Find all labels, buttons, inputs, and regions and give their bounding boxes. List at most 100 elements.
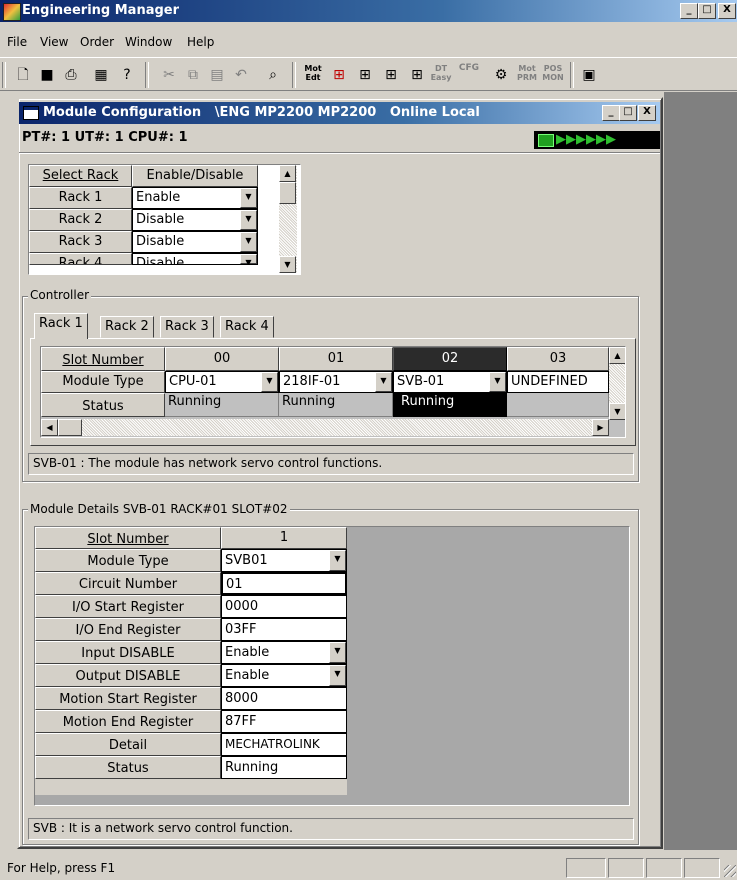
rack-row-label[interactable]: Rack 3: [29, 231, 132, 253]
detail-label: Input DISABLE: [35, 641, 221, 664]
output-disable-select[interactable]: Enable ▼: [221, 664, 347, 687]
motion-table-icon[interactable]: ⊞: [328, 64, 350, 86]
status-pane: [566, 858, 606, 878]
new-file-icon[interactable]: 🗋: [12, 64, 34, 86]
fb-table-icon[interactable]: ⊞: [406, 64, 428, 86]
menu-order[interactable]: Order: [80, 35, 114, 49]
chevron-down-icon[interactable]: ▼: [240, 254, 257, 264]
scroll-thumb[interactable]: [279, 182, 296, 204]
motion-end-register-field[interactable]: 87FF: [221, 710, 347, 733]
detail-label: I/O End Register: [35, 618, 221, 641]
menu-window[interactable]: Window: [125, 35, 172, 49]
module-type-select[interactable]: SVB-01 ▼: [393, 371, 507, 393]
menu-help[interactable]: Help: [187, 35, 214, 49]
online-status-indicator: ▶▶▶▶▶▶: [534, 131, 660, 149]
window-icon[interactable]: ▣: [578, 64, 600, 86]
detail-status-value: Running: [221, 756, 347, 779]
close-button[interactable]: X: [718, 3, 736, 19]
rack-row-label[interactable]: Rack 4: [29, 253, 132, 265]
rack-row-label[interactable]: Rack 1: [29, 187, 132, 209]
child-minimize-button[interactable]: _: [602, 105, 620, 121]
module-type-select[interactable]: CPU-01 ▼: [165, 371, 279, 393]
register-table-icon[interactable]: ⊞: [354, 64, 376, 86]
chevron-down-icon[interactable]: ▼: [375, 372, 392, 392]
rack-enable-select[interactable]: Disable ▼: [132, 253, 258, 265]
chevron-down-icon[interactable]: ▼: [329, 642, 346, 663]
help-icon[interactable]: ?: [116, 64, 138, 86]
detail-label[interactable]: Slot Number: [35, 527, 221, 549]
menu-file[interactable]: File: [7, 35, 27, 49]
slot-grid-hscroll[interactable]: [41, 419, 609, 436]
slot-number-cell-selected[interactable]: 02: [393, 347, 507, 371]
chevron-down-icon[interactable]: ▼: [240, 188, 257, 208]
module-config-title: Module Configuration \ENG MP2200 MP2200 …: [43, 105, 480, 120]
menu-bar: File View Order Window Help: [0, 33, 737, 53]
chevron-down-icon[interactable]: ▼: [329, 550, 346, 571]
chevron-down-icon[interactable]: ▼: [240, 232, 257, 252]
menu-view[interactable]: View: [40, 35, 68, 49]
status-header: Status: [41, 393, 165, 417]
module-details-label: Module Details SVB-01 RACK#01 SLOT#02: [28, 502, 290, 516]
input-disable-select[interactable]: Enable ▼: [221, 641, 347, 664]
interrupt-table-icon[interactable]: ⊞: [380, 64, 402, 86]
print-icon[interactable]: ⎙: [60, 64, 82, 86]
slot-number-cell[interactable]: 00: [165, 347, 279, 371]
minimize-button[interactable]: _: [680, 3, 698, 19]
motion-start-register-field[interactable]: 8000: [221, 687, 347, 710]
chevron-down-icon[interactable]: ▼: [240, 210, 257, 230]
tab-rack-2[interactable]: Rack 2: [100, 316, 154, 338]
io-start-register-field[interactable]: 0000: [221, 595, 347, 618]
rack-enable-select[interactable]: Disable ▼: [132, 209, 258, 231]
select-rack-header[interactable]: Select Rack: [29, 165, 132, 187]
rack-enable-select[interactable]: Enable ▼: [132, 187, 258, 209]
child-close-button[interactable]: X: [638, 105, 656, 121]
child-maximize-button[interactable]: □: [619, 105, 637, 121]
detail-module-type-select[interactable]: SVB01 ▼: [221, 549, 347, 572]
detail-description: SVB : It is a network servo control func…: [28, 818, 634, 840]
details-empty-area: [347, 527, 629, 805]
rack-select-grid: Select Rack Enable/Disable Rack 1 Enable…: [28, 164, 301, 275]
pos-mon-icon[interactable]: POS MON: [542, 64, 564, 86]
scroll-down-icon[interactable]: ▼: [279, 256, 296, 273]
slot-number-header[interactable]: Slot Number: [41, 347, 165, 371]
scroll-up-icon[interactable]: ▲: [609, 347, 625, 364]
cfg-icon[interactable]: CFG: [458, 64, 480, 86]
detail-slot-value[interactable]: 1: [221, 527, 347, 549]
slot-number-cell[interactable]: 03: [507, 347, 609, 371]
resize-grip-icon[interactable]: [724, 865, 736, 877]
circuit-number-input[interactable]: 01: [221, 572, 347, 595]
rack-enable-select[interactable]: Disable ▼: [132, 231, 258, 253]
find-icon[interactable]: ⌕: [262, 64, 284, 86]
cut-icon[interactable]: ✂: [158, 64, 180, 86]
hscroll-thumb[interactable]: [58, 419, 82, 436]
scroll-down-icon[interactable]: ▼: [609, 403, 625, 420]
tab-rack-3[interactable]: Rack 3: [160, 316, 214, 338]
properties-icon[interactable]: ▦: [90, 64, 112, 86]
tab-rack-1[interactable]: Rack 1: [34, 313, 88, 339]
tab-rack-4[interactable]: Rack 4: [220, 316, 274, 338]
io-end-register-field[interactable]: 03FF: [221, 618, 347, 641]
slot-number-cell[interactable]: 01: [279, 347, 393, 371]
paste-icon[interactable]: ▤: [206, 64, 228, 86]
module-type-select[interactable]: 218IF-01 ▼: [279, 371, 393, 393]
mot-prm-icon[interactable]: Mot PRM: [516, 64, 538, 86]
scroll-up-icon[interactable]: ▲: [279, 165, 296, 182]
maximize-button[interactable]: □: [698, 3, 716, 19]
detail-mechatrolink-button[interactable]: MECHATROLINK: [221, 733, 347, 756]
chevron-down-icon[interactable]: ▼: [261, 372, 278, 392]
rack-row-label[interactable]: Rack 2: [29, 209, 132, 231]
undo-icon[interactable]: ↶: [230, 64, 252, 86]
chevron-down-icon[interactable]: ▼: [329, 665, 346, 686]
module-type-select[interactable]: UNDEFINED: [507, 371, 609, 393]
scroll-left-icon[interactable]: ◀: [41, 419, 58, 436]
chevron-down-icon[interactable]: ▼: [489, 372, 506, 392]
dt-easy-icon[interactable]: DT Easy: [430, 64, 452, 86]
save-icon[interactable]: ■: [36, 64, 58, 86]
motion-edit-icon[interactable]: Mot Edt: [302, 64, 324, 86]
copy-icon[interactable]: ⧉: [182, 64, 204, 86]
slot-status: Running: [165, 393, 279, 417]
detail-label: Status: [35, 756, 221, 779]
scroll-right-icon[interactable]: ▶: [592, 419, 609, 436]
module-config-icon[interactable]: ⚙: [490, 64, 512, 86]
app-title-bar: Engineering Manager _ □ X: [0, 0, 737, 22]
